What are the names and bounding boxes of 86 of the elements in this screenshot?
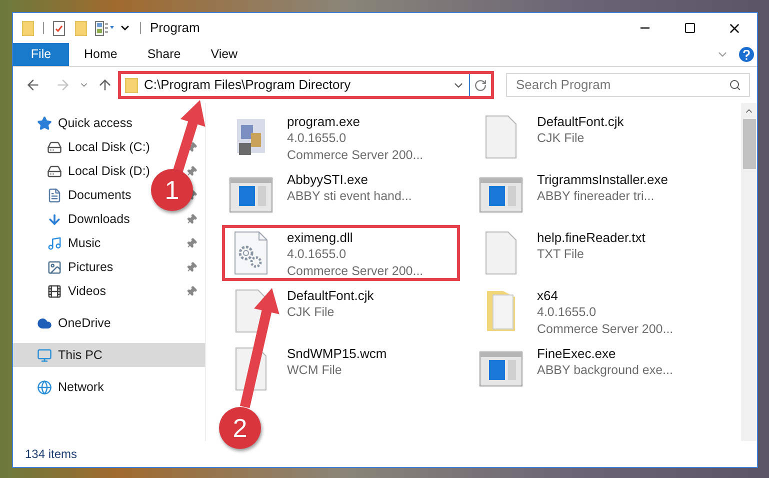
file-name: AbbyySTI.exe	[287, 171, 369, 188]
window-icon	[479, 177, 523, 213]
file-name: FineExec.exe	[537, 345, 617, 362]
address-bar[interactable]: C:\Program Files\Program Directory	[118, 71, 494, 99]
file-name: SndWMP15.wcm	[287, 345, 387, 362]
file-name: x64	[537, 287, 559, 304]
nav-item[interactable]: OneDrive	[13, 311, 205, 335]
monitor-icon	[37, 348, 52, 362]
network-icon	[37, 380, 52, 394]
file-detail: ABBY finereader tri...	[537, 188, 656, 205]
star-icon	[37, 116, 52, 130]
refresh-icon[interactable]	[474, 78, 487, 92]
settings-file-icon	[233, 231, 269, 275]
file-detail: WCM File	[287, 362, 343, 379]
nav-item[interactable]: This PC	[13, 343, 205, 367]
window-icon	[479, 351, 523, 387]
download-icon	[47, 212, 62, 226]
window-icon	[229, 177, 273, 213]
nav-item[interactable]: Local Disk (C:)	[68, 138, 150, 156]
file-detail: 4.0.1655.0	[287, 246, 348, 263]
ribbon-tab[interactable]: File	[13, 43, 69, 66]
properties-icon	[53, 20, 65, 36]
ribbon-tab[interactable]: Share	[132, 43, 196, 66]
file-name: DefaultFont.cjk	[537, 113, 624, 130]
file-name: eximeng.dll	[287, 229, 354, 246]
file-item[interactable]: program.exe 4.0.1655.0 Commerce Server 200...	[222, 109, 460, 165]
music-note-icon	[47, 236, 62, 250]
file-item[interactable]: TrigrammsInstaller.exe ABBY finereader tri...	[472, 167, 710, 223]
nav-item[interactable]: Videos	[68, 282, 106, 300]
up-icon[interactable]	[97, 77, 113, 93]
nav-item[interactable]: Local Disk (D:)	[68, 162, 150, 180]
nav-label: Quick access	[58, 114, 132, 132]
file-item[interactable]: DefaultFont.cjk CJK File	[472, 109, 710, 165]
file-detail: Commerce Server 200...	[287, 263, 424, 280]
folder-icon	[75, 20, 87, 36]
scroll-thumb[interactable]	[742, 119, 756, 169]
drive-icon	[47, 140, 62, 154]
cloud-icon	[37, 316, 52, 330]
file-item[interactable]: help.fineReader.txt TXT File	[472, 225, 710, 281]
window-title: Program	[150, 19, 200, 38]
view-icon[interactable]	[95, 20, 115, 36]
file-detail: 4.0.1655.0	[537, 304, 598, 321]
film-icon	[47, 284, 62, 298]
file-item[interactable]: AbbyySTI.exe ABBY sti event hand...	[222, 167, 460, 223]
file-item[interactable]: eximeng.dll 4.0.1655.0 Commerce Server 200...	[222, 225, 460, 281]
ribbon-tab[interactable]: View	[196, 43, 253, 66]
back-icon[interactable]	[25, 77, 41, 93]
file-detail: TXT File	[537, 246, 585, 263]
file-name: DefaultFont.cjk	[287, 287, 374, 304]
blank-file-icon	[484, 231, 518, 275]
nav-item[interactable]: Network	[13, 375, 205, 399]
file-item[interactable]: x64 4.0.1655.0 Commerce Server 200...	[472, 283, 710, 339]
help-icon[interactable]	[739, 47, 754, 62]
nav-item[interactable]: Pictures	[68, 258, 114, 276]
file-name: TrigrammsInstaller.exe	[537, 171, 668, 188]
drive-icon	[47, 164, 62, 178]
maximize-icon	[684, 22, 696, 34]
file-name: program.exe	[287, 113, 361, 130]
nav-item[interactable]: Downloads	[68, 210, 130, 228]
file-name: help.fineReader.txt	[537, 229, 646, 246]
nav-item[interactable]: Quick access	[13, 111, 205, 135]
nav-label: Network	[58, 378, 104, 396]
file-detail: Commerce Server 200...	[537, 321, 674, 338]
file-detail: ABBY background exe...	[537, 362, 673, 379]
file-item[interactable]: FineExec.exe ABBY background exe...	[472, 341, 710, 397]
picture-icon	[47, 260, 62, 274]
file-detail: ABBY sti event hand...	[287, 188, 412, 205]
ribbon-tab[interactable]: Home	[69, 43, 132, 66]
file-detail: Commerce Server 200...	[287, 147, 424, 164]
folder-icon	[22, 20, 34, 36]
item-count: 134 items	[25, 446, 78, 463]
blank-file-icon	[484, 115, 518, 159]
scrollbar[interactable]	[741, 103, 757, 441]
folder-icon	[485, 289, 517, 333]
file-detail: CJK File	[537, 130, 586, 147]
address-path: C:\Program Files\Program Directory	[144, 76, 352, 94]
file-detail: 4.0.1655.0	[287, 130, 348, 147]
nav-label: This PC	[58, 346, 102, 364]
folder-icon	[125, 78, 138, 92]
search-icon	[729, 78, 741, 91]
nav-item[interactable]: Music	[68, 234, 101, 252]
document-icon	[47, 188, 62, 202]
search-field[interactable]: Search Program	[506, 72, 750, 97]
nav-item[interactable]: Documents	[68, 186, 132, 204]
nav-label: OneDrive	[58, 314, 111, 332]
file-detail: CJK File	[287, 304, 336, 321]
